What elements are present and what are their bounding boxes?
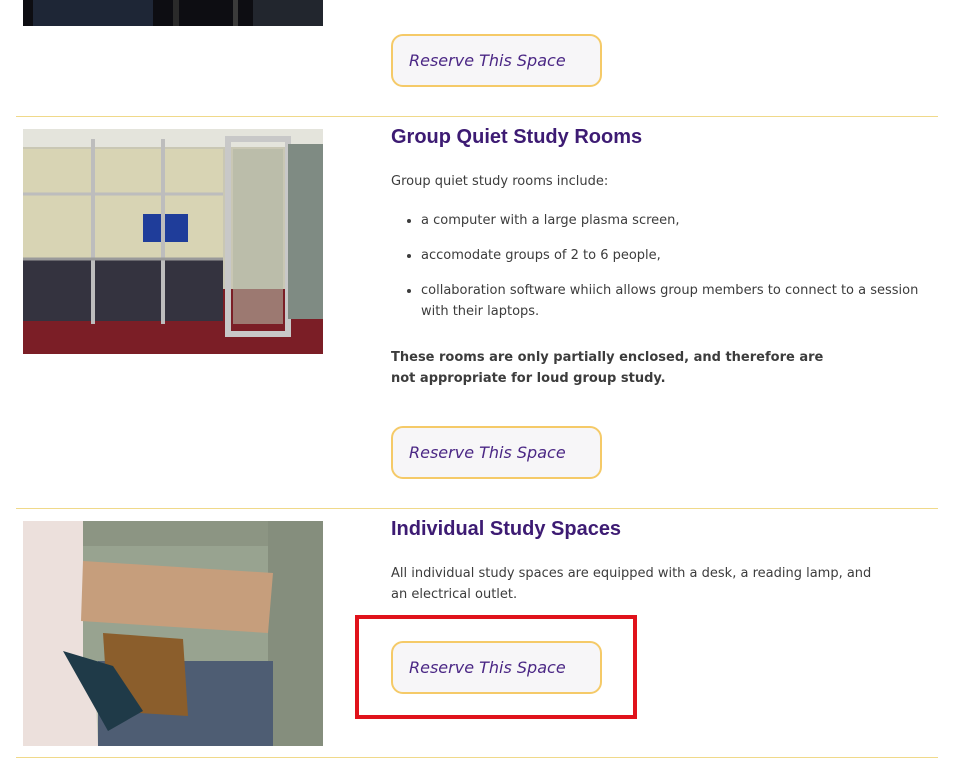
group-room-note: These rooms are only partially enclosed,… [391, 350, 824, 386]
reserve-button-individual-space[interactable]: Reserve This Space [391, 641, 602, 694]
individual-space-photo [23, 521, 323, 746]
reserve-button-group-room[interactable]: Reserve This Space [391, 426, 602, 479]
group-room-title: Group Quiet Study Rooms [391, 126, 643, 148]
individual-space-title: Individual Study Spaces [391, 518, 622, 540]
group-room-intro: Group quiet study rooms include: [391, 174, 609, 189]
section-divider [16, 508, 938, 509]
individual-space-description: All individual study spaces are equipped… [391, 566, 872, 602]
list-item: accomodate groups of 2 to 6 people, [421, 245, 921, 266]
list-item: a computer with a large plasma screen, [421, 210, 921, 231]
section-divider [16, 757, 938, 758]
group-room-feature-list: a computer with a large plasma screen, a… [391, 210, 921, 336]
previous-space-photo [23, 0, 323, 26]
list-item: collaboration software whiich allows gro… [421, 280, 921, 322]
group-room-photo [23, 129, 323, 354]
section-divider [16, 116, 938, 117]
reserve-button-previous-space[interactable]: Reserve This Space [391, 34, 602, 87]
